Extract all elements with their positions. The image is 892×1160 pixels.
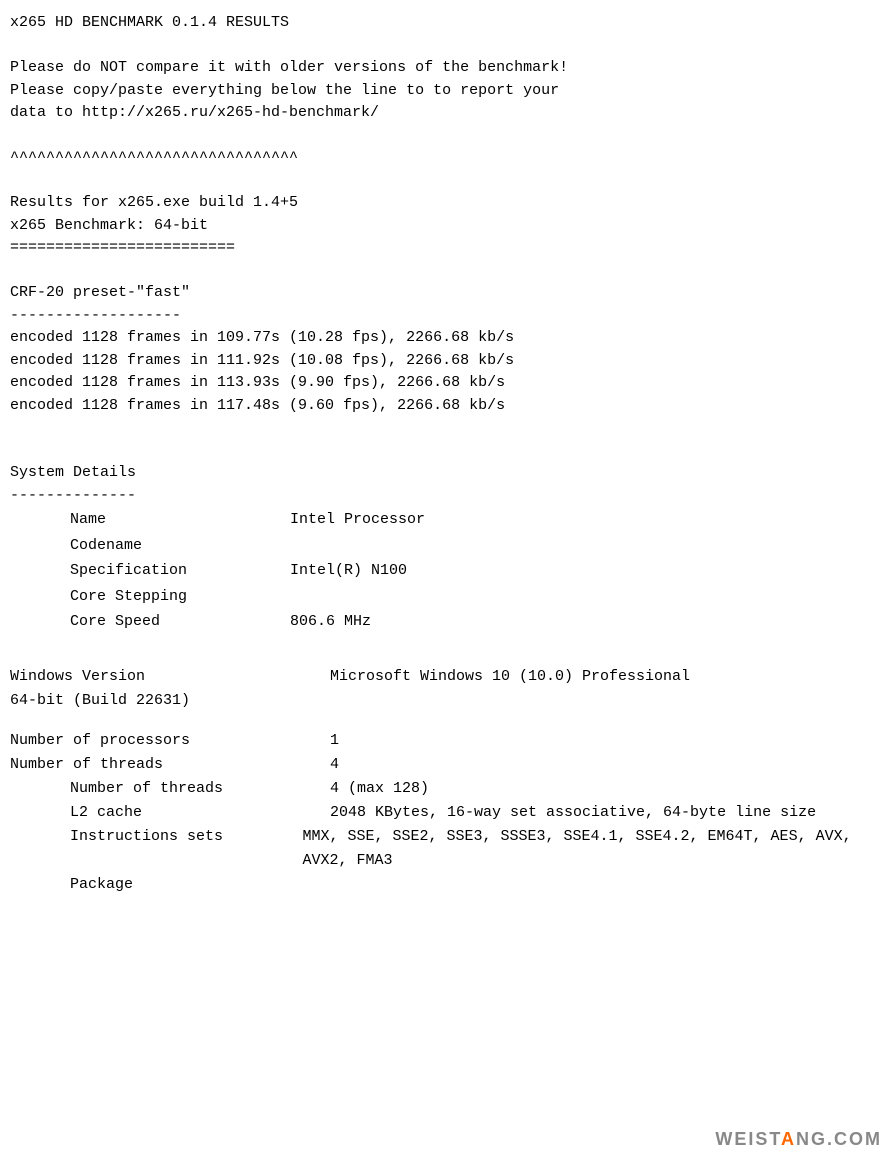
name-label: Name [70, 507, 290, 533]
l2-cache-label: L2 cache [70, 801, 330, 825]
windows-extra-row: 64-bit (Build 22631) [10, 689, 882, 713]
line-12: CRF-20 preset-"fast" [10, 284, 190, 301]
specification-value: Intel(R) N100 [290, 558, 407, 584]
line-3: Please copy/paste everything below the l… [10, 82, 559, 99]
num-threads-row: Number of threads 4 [10, 753, 882, 777]
num-threads-detail-row: Number of threads 4 (max 128) [10, 777, 882, 801]
num-threads-detail-value: 4 (max 128) [330, 777, 429, 801]
windows-row: Windows Version Microsoft Windows 10 (10… [10, 665, 882, 689]
num-processors-row: Number of processors 1 [10, 729, 882, 753]
line-16: encoded 1128 frames in 113.93s (9.90 fps… [10, 374, 505, 391]
windows-extra: 64-bit (Build 22631) [10, 692, 190, 709]
core-speed-label: Core Speed [70, 609, 290, 635]
system-table: Name Intel Processor Codename Specificat… [10, 507, 882, 635]
core-stepping-label: Core Stepping [70, 584, 290, 610]
line-14: encoded 1128 frames in 109.77s (10.28 fp… [10, 329, 514, 346]
line-17: encoded 1128 frames in 117.48s (9.60 fps… [10, 397, 505, 414]
line-13: ------------------- [10, 307, 181, 324]
line-6: ^^^^^^^^^^^^^^^^^^^^^^^^^^^^^^^^ [10, 149, 298, 166]
name-value: Intel Processor [290, 507, 425, 533]
codename-label: Codename [70, 533, 290, 559]
line-8: Results for x265.exe build 1.4+5 [10, 194, 298, 211]
instruction-sets-row: Instructions sets MMX, SSE, SSE2, SSE3, … [10, 825, 882, 873]
num-threads-detail-label: Number of threads [70, 777, 330, 801]
os-section: Windows Version Microsoft Windows 10 (10… [10, 665, 882, 713]
name-row: Name Intel Processor [70, 507, 882, 533]
windows-value: Microsoft Windows 10 (10.0) Professional [330, 665, 690, 689]
package-label: Package [70, 873, 330, 897]
core-stepping-row: Core Stepping [70, 584, 882, 610]
instruction-sets-label: Instructions sets [70, 825, 302, 873]
line-21: -------------- [10, 487, 136, 504]
codename-row: Codename [70, 533, 882, 559]
num-threads-value: 4 [330, 753, 339, 777]
line-10: ========================= [10, 239, 235, 256]
l2-cache-value: 2048 KBytes, 16-way set associative, 64-… [330, 801, 816, 825]
specification-row: Specification Intel(R) N100 [70, 558, 882, 584]
watermark: WEISTANG.COM [715, 1129, 882, 1150]
specification-label: Specification [70, 558, 290, 584]
line-20: System Details [10, 464, 136, 481]
num-threads-label: Number of threads [10, 753, 330, 777]
core-speed-value: 806.6 MHz [290, 609, 371, 635]
core-speed-row: Core Speed 806.6 MHz [70, 609, 882, 635]
l2-cache-row: L2 cache 2048 KBytes, 16-way set associa… [10, 801, 882, 825]
line-2: Please do NOT compare it with older vers… [10, 59, 568, 76]
num-processors-value: 1 [330, 729, 339, 753]
line-0: x265 HD BENCHMARK 0.1.4 RESULTS [10, 14, 289, 31]
windows-label: Windows Version [10, 665, 330, 689]
line-15: encoded 1128 frames in 111.92s (10.08 fp… [10, 352, 514, 369]
main-content: x265 HD BENCHMARK 0.1.4 RESULTS Please d… [10, 12, 882, 507]
num-processors-label: Number of processors [10, 729, 330, 753]
instruction-sets-value: MMX, SSE, SSE2, SSE3, SSSE3, SSE4.1, SSE… [302, 825, 882, 873]
package-row: Package [10, 873, 882, 897]
line-9: x265 Benchmark: 64-bit [10, 217, 208, 234]
line-4: data to http://x265.ru/x265-hd-benchmark… [10, 104, 379, 121]
processors-section: Number of processors 1 Number of threads… [10, 729, 882, 897]
